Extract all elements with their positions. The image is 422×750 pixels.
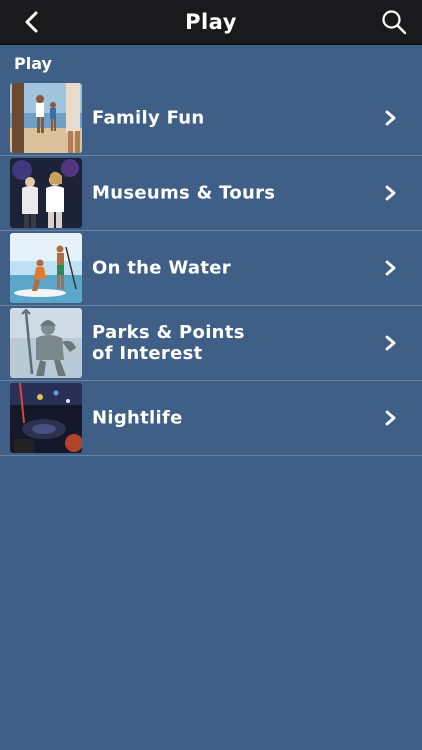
chevron-right-icon (385, 260, 396, 276)
chevron-right-icon (385, 410, 396, 426)
chevron-right-icon (385, 335, 396, 351)
list-item-family-fun[interactable]: Family Fun (0, 81, 422, 156)
section-heading: Play (14, 54, 52, 73)
search-icon (382, 10, 407, 35)
beach-family-photo-icon (10, 83, 82, 153)
search-button[interactable] (380, 8, 408, 36)
list-item-museums-tours[interactable]: Museums & Tours (0, 156, 422, 231)
list-item-label: Parks & Points of Interest (92, 322, 245, 364)
top-nav-bar: Play (0, 0, 422, 45)
list-item-label: Museums & Tours (92, 182, 276, 204)
list-item-parks-points-of-interest[interactable]: Parks & Points of Interest (0, 306, 422, 381)
category-list: Family Fun Museums & Tours On the Water … (0, 81, 422, 456)
list-item-label: Nightlife (92, 407, 183, 429)
museum-people-photo-icon (10, 158, 82, 228)
chevron-right-icon (385, 110, 396, 126)
paddleboard-photo-icon (10, 233, 82, 303)
neptune-statue-photo-icon (10, 308, 82, 378)
chevron-right-icon (385, 185, 396, 201)
list-item-on-the-water[interactable]: On the Water (0, 231, 422, 306)
page-title: Play (185, 10, 237, 34)
list-item-label: On the Water (92, 257, 231, 279)
list-item-nightlife[interactable]: Nightlife (0, 381, 422, 456)
nightclub-photo-icon (10, 383, 82, 453)
list-item-label: Family Fun (92, 107, 205, 129)
